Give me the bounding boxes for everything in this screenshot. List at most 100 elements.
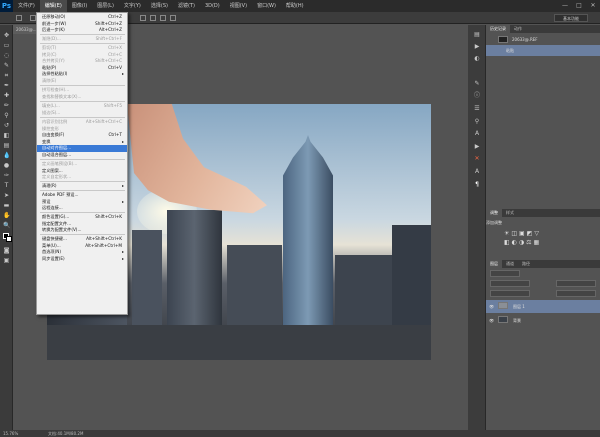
edit-menu-item: 渐隐(D)... Shift+Ctrl+F	[37, 36, 127, 43]
layer-filter-select[interactable]	[490, 270, 520, 277]
tab-channels[interactable]: 通道	[502, 260, 518, 268]
adjustment-icons[interactable]: ☀◫▣◩▽ ◧◐◑⚖▦	[504, 229, 564, 249]
menu-0[interactable]: 文件(F)	[13, 0, 40, 12]
clone-source-icon[interactable]: ⚲	[473, 118, 481, 126]
menu-1[interactable]: 编辑(E)	[39, 0, 67, 12]
path-select-icon[interactable]: ➤	[3, 192, 10, 199]
move-tool-icon[interactable]	[16, 15, 22, 21]
properties-panel-icon[interactable]: ☰	[473, 105, 481, 113]
tool-presets-icon[interactable]: ✕	[473, 155, 481, 163]
menu-6[interactable]: 滤镜(T)	[173, 0, 200, 12]
lock-controls[interactable]	[490, 290, 530, 297]
tab-actions[interactable]: 动作	[510, 25, 526, 33]
layer-row[interactable]: 👁 背景	[486, 314, 600, 327]
marquee-tool-icon[interactable]: ▭	[3, 42, 10, 49]
shape-tool-icon[interactable]: ▬	[3, 202, 10, 209]
eyedropper-tool-icon[interactable]: ✒	[3, 82, 10, 89]
snapshot-thumbnail	[498, 36, 508, 43]
brush-panel-icon[interactable]: ✎	[473, 80, 481, 88]
background-color-swatch[interactable]	[6, 236, 12, 242]
menu-4[interactable]: 文字(Y)	[119, 0, 146, 12]
edit-menu-item[interactable]: 后退一步(K) Alt+Ctrl+Z	[37, 27, 127, 34]
crop-tool-icon[interactable]: ⌗	[3, 72, 10, 79]
city-ground	[47, 325, 431, 360]
history-step[interactable]: 粘贴	[486, 45, 600, 56]
tab-adjustments[interactable]: 调整	[486, 209, 502, 217]
zoom-level[interactable]: 15.76%	[3, 430, 18, 437]
menu-item-label: 选择性粘贴(I)	[42, 71, 68, 76]
distribute-icon[interactable]	[140, 15, 146, 21]
menu-item-label: 还原移动(O)	[42, 14, 66, 19]
play-icon[interactable]: ▶	[473, 143, 481, 151]
quick-select-tool-icon[interactable]: ✎	[3, 62, 10, 69]
menu-separator	[40, 85, 125, 86]
menu-separator	[40, 43, 125, 44]
menu-item-label: 拷贝(C)	[42, 51, 57, 57]
type-tool-icon[interactable]: T	[3, 182, 10, 189]
tab-styles[interactable]: 样式	[502, 209, 518, 217]
pen-tool-icon[interactable]: ✑	[3, 172, 10, 179]
lasso-tool-icon[interactable]: ◌	[3, 52, 10, 59]
menu-5[interactable]: 选择(S)	[146, 0, 173, 12]
distribute-icon[interactable]	[150, 15, 156, 21]
hand-tool-icon[interactable]: ✋	[3, 212, 10, 219]
tab-layers[interactable]: 图层	[486, 260, 502, 268]
history-brush-icon[interactable]: ↺	[3, 122, 10, 129]
edit-menu-item[interactable]: 清理(R) ▸	[37, 183, 127, 190]
menu-3[interactable]: 图层(L)	[92, 0, 119, 12]
blend-mode-select[interactable]	[490, 280, 530, 287]
menu-item-label: 首选项(N)	[42, 249, 61, 254]
history-snapshot-label: 20633@.REF	[512, 37, 538, 42]
menu-item-label: 粘贴(P)	[42, 64, 57, 70]
glyphs-panel-icon[interactable]: A	[473, 168, 481, 176]
edit-menu-item[interactable]: 自动混合图层...	[37, 152, 127, 159]
info-panel-icon[interactable]: ⓘ	[473, 92, 481, 100]
tab-paths[interactable]: 路径	[518, 260, 534, 268]
menu-2[interactable]: 图像(I)	[67, 0, 92, 12]
zoom-tool-icon[interactable]: 🔍	[3, 222, 10, 229]
menu-item-label: 定义自定形状...	[42, 174, 72, 179]
paragraph-panel-icon[interactable]: ¶	[473, 181, 481, 189]
brush-tool-icon[interactable]: ✏	[3, 102, 10, 109]
minimize-button[interactable]: —	[558, 0, 572, 12]
maximize-button[interactable]: □	[572, 0, 586, 12]
layer-row[interactable]: 👁 图层 1	[486, 300, 600, 313]
menu-9[interactable]: 窗口(W)	[252, 0, 281, 12]
photoshop-logo: Ps	[0, 0, 13, 12]
menu-separator	[40, 159, 125, 160]
menu-separator	[40, 34, 125, 35]
dodge-tool-icon[interactable]: ●	[3, 162, 10, 169]
color-panel-icon[interactable]: ◐	[473, 55, 481, 63]
healing-brush-icon[interactable]: ✚	[3, 92, 10, 99]
close-button[interactable]: ✕	[586, 0, 600, 12]
menu-item-label: 定义图案...	[42, 167, 63, 173]
edit-menu-item[interactable]: 同步设置(E) ▸	[37, 256, 127, 263]
distribute-icon[interactable]	[170, 15, 176, 21]
visibility-eye-icon[interactable]: 👁	[489, 300, 494, 313]
visibility-eye-icon[interactable]: 👁	[489, 314, 494, 327]
workspace-select[interactable]: 基本功能	[554, 14, 588, 22]
gradient-tool-icon[interactable]: ▤	[3, 142, 10, 149]
distribute-icon[interactable]	[160, 15, 166, 21]
blur-tool-icon[interactable]: 💧	[3, 152, 10, 159]
menu-8[interactable]: 视图(V)	[225, 0, 252, 12]
move-tool-icon[interactable]: ✥	[3, 32, 10, 39]
tools-panel: ✥ ▭ ◌ ✎ ⌗ ✒ ✚ ✏ ⚲ ↺ ◧ ▤ 💧 ● ✑ T ➤ ▬ ✋ 🔍 …	[0, 25, 13, 430]
clone-stamp-icon[interactable]: ⚲	[3, 112, 10, 119]
fill-field[interactable]	[556, 290, 596, 297]
quick-mask-icon[interactable]: ◙	[3, 247, 10, 254]
layer-thumbnail	[498, 316, 508, 323]
menu-item-label: 转换为配置文件(V)...	[42, 227, 82, 232]
opacity-field[interactable]	[556, 280, 596, 287]
character-panel-icon[interactable]: A	[473, 130, 481, 138]
history-panel-icon[interactable]: ▤	[473, 31, 481, 39]
actions-panel-icon[interactable]: ▶	[473, 43, 481, 51]
eraser-tool-icon[interactable]: ◧	[3, 132, 10, 139]
menu-10[interactable]: 帮助(H)	[281, 0, 309, 12]
edit-menu-item[interactable]: 转换为配置文件(V)...	[37, 227, 127, 234]
history-snapshot[interactable]: 20633@.REF	[486, 34, 600, 45]
edit-menu-item[interactable]: 远程连接...	[37, 205, 127, 212]
screen-mode-icon[interactable]: ▣	[3, 257, 10, 264]
menu-7[interactable]: 3D(D)	[200, 0, 225, 12]
tab-history[interactable]: 历史记录	[486, 25, 510, 33]
